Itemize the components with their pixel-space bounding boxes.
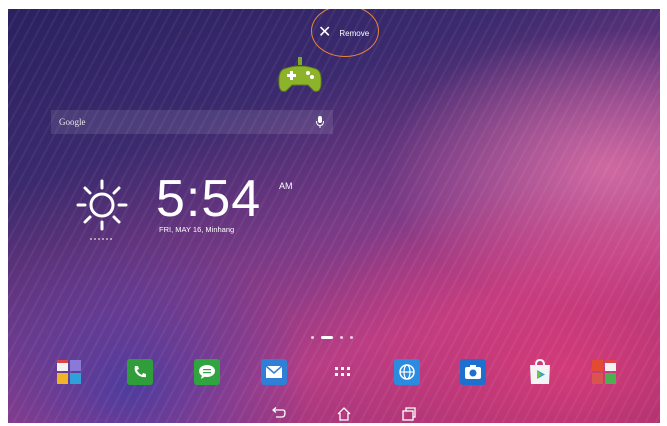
camera-icon[interactable] xyxy=(460,359,486,385)
page-dot-active xyxy=(321,336,333,339)
app-folder-icon[interactable] xyxy=(56,359,82,385)
app-drawer-icon[interactable] xyxy=(330,359,356,385)
clock-time[interactable]: 5:54 xyxy=(156,169,261,229)
back-icon[interactable] xyxy=(270,407,286,421)
navigation-bar xyxy=(8,405,660,423)
close-icon: ✕ xyxy=(318,24,332,41)
page-indicator xyxy=(311,336,353,339)
dock xyxy=(8,353,660,393)
messaging-icon[interactable] xyxy=(194,359,220,385)
play-store-icon[interactable] xyxy=(527,359,553,385)
google-search-bar[interactable]: Google xyxy=(51,110,333,134)
sun-icon[interactable] xyxy=(72,173,132,249)
phone-icon[interactable] xyxy=(127,359,153,385)
browser-icon[interactable] xyxy=(394,359,420,385)
microphone-icon[interactable] xyxy=(315,116,325,128)
clock-ampm: AM xyxy=(279,181,293,191)
page-dot xyxy=(340,336,343,339)
clock-date: FRI, MAY 16, Minhang xyxy=(159,225,235,234)
page-dot xyxy=(350,336,353,339)
home-icon[interactable] xyxy=(336,407,352,421)
search-label: Google xyxy=(59,117,86,127)
email-icon[interactable] xyxy=(261,359,287,385)
google-folder-icon[interactable] xyxy=(591,359,617,385)
remove-drop-target[interactable]: ✕ Remove xyxy=(318,21,369,45)
recents-icon[interactable] xyxy=(401,407,417,421)
remove-label: Remove xyxy=(339,28,370,38)
page-dot xyxy=(311,336,314,339)
home-screen: ✕ Remove Google 5:54 AM FRI, MAY 16, Min… xyxy=(8,9,660,423)
gamepad-icon[interactable] xyxy=(278,57,322,97)
